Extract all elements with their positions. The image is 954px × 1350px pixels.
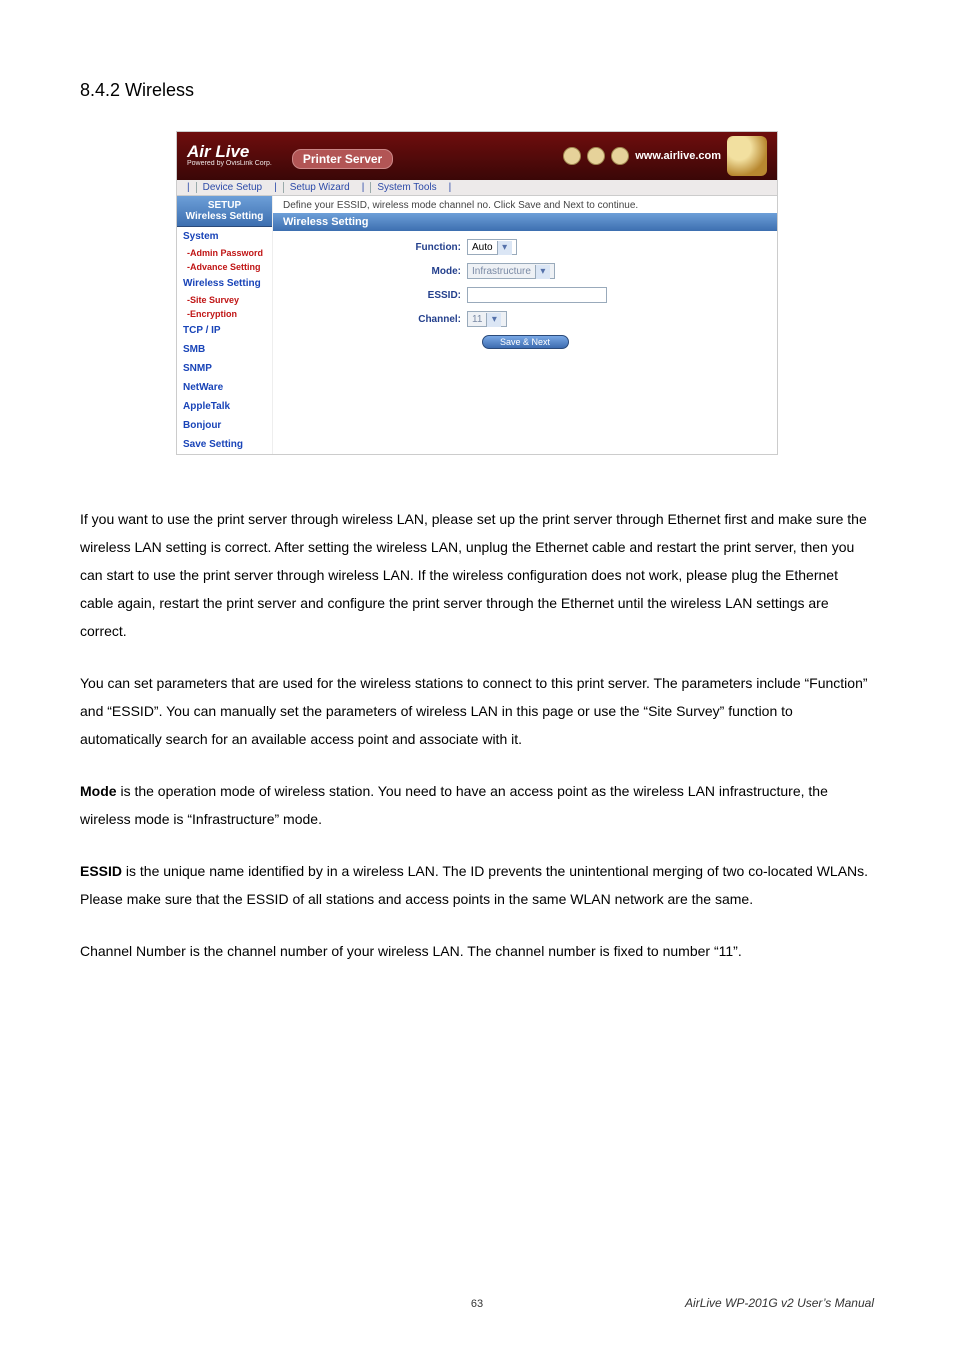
home-icon[interactable]	[563, 147, 581, 165]
channel-select[interactable]: 11▾	[467, 311, 507, 327]
chevron-down-icon: ▾	[535, 265, 550, 279]
sidebar-header: SETUP Wireless Setting	[177, 196, 272, 227]
function-select[interactable]: Auto▾	[467, 239, 517, 255]
tab-system-tools[interactable]: System Tools	[370, 182, 442, 193]
sidebar-item-smb[interactable]: SMB	[177, 340, 272, 359]
site-url[interactable]: www.airlive.com	[635, 150, 721, 162]
refresh-icon[interactable]	[587, 147, 605, 165]
panel-title: Wireless Setting	[273, 213, 777, 231]
paragraph-channel: Channel Number is the channel number of …	[80, 937, 874, 965]
chevron-down-icon: ▾	[497, 241, 512, 255]
sidebar-item-appletalk[interactable]: AppleTalk	[177, 397, 272, 416]
function-label: Function:	[281, 242, 467, 253]
sidebar-item-admin-password[interactable]: -Admin Password	[177, 246, 272, 260]
chevron-down-icon: ▾	[486, 313, 501, 327]
essid-input[interactable]	[467, 287, 607, 303]
sidebar-item-bonjour[interactable]: Bonjour	[177, 416, 272, 435]
tab-sep: |	[187, 182, 190, 193]
email-icon[interactable]	[611, 147, 629, 165]
sidebar-item-advance-setting[interactable]: -Advance Setting	[177, 260, 272, 274]
sidebar-item-wireless-setting[interactable]: Wireless Setting	[177, 274, 272, 293]
sidebar-item-encryption[interactable]: -Encryption	[177, 307, 272, 321]
tab-device-setup[interactable]: Device Setup	[196, 182, 268, 193]
sidebar: SETUP Wireless Setting System -Admin Pas…	[177, 196, 273, 454]
mode-select[interactable]: Infrastructure▾	[467, 263, 555, 279]
paragraph-essid: ESSID is the unique name identified by i…	[80, 857, 874, 913]
page-number: 63	[0, 1298, 954, 1310]
tab-setup-wizard[interactable]: Setup Wizard	[283, 182, 356, 193]
essid-label: ESSID:	[281, 290, 467, 301]
main-panel: Define your ESSID, wireless mode channel…	[273, 196, 777, 454]
decor-graphic	[727, 136, 767, 176]
brand-logo-text: Air Live	[187, 143, 272, 160]
sidebar-item-save-setting[interactable]: Save Setting	[177, 435, 272, 454]
sidebar-item-netware[interactable]: NetWare	[177, 378, 272, 397]
sidebar-item-snmp[interactable]: SNMP	[177, 359, 272, 378]
panel-description: Define your ESSID, wireless mode channel…	[273, 196, 777, 213]
header-title: Printer Server	[292, 149, 393, 169]
sidebar-item-site-survey[interactable]: -Site Survey	[177, 293, 272, 307]
logo-area: Air Live Powered by OvisLink Corp. Print…	[187, 143, 393, 168]
paragraph-intro: If you want to use the print server thro…	[80, 505, 874, 645]
tab-sep: |	[449, 182, 452, 193]
body-text: If you want to use the print server thro…	[80, 505, 874, 965]
mode-label: Mode:	[281, 266, 467, 277]
sidebar-item-system[interactable]: System	[177, 227, 272, 246]
channel-label: Channel:	[281, 314, 467, 325]
header-bar: Air Live Powered by OvisLink Corp. Print…	[177, 132, 777, 180]
brand-subtext: Powered by OvisLink Corp.	[187, 160, 272, 168]
tab-sep: |	[274, 182, 277, 193]
paragraph-params: You can set parameters that are used for…	[80, 669, 874, 753]
tab-sep: |	[362, 182, 365, 193]
save-next-button[interactable]: Save & Next	[482, 335, 569, 349]
header-icons: www.airlive.com	[563, 136, 767, 176]
section-title: 8.4.2 Wireless	[80, 80, 874, 101]
config-screenshot: Air Live Powered by OvisLink Corp. Print…	[176, 131, 778, 455]
top-tabs: | Device Setup | Setup Wizard | System T…	[177, 180, 777, 196]
paragraph-mode: Mode is the operation mode of wireless s…	[80, 777, 874, 833]
sidebar-item-tcpip[interactable]: TCP / IP	[177, 321, 272, 340]
